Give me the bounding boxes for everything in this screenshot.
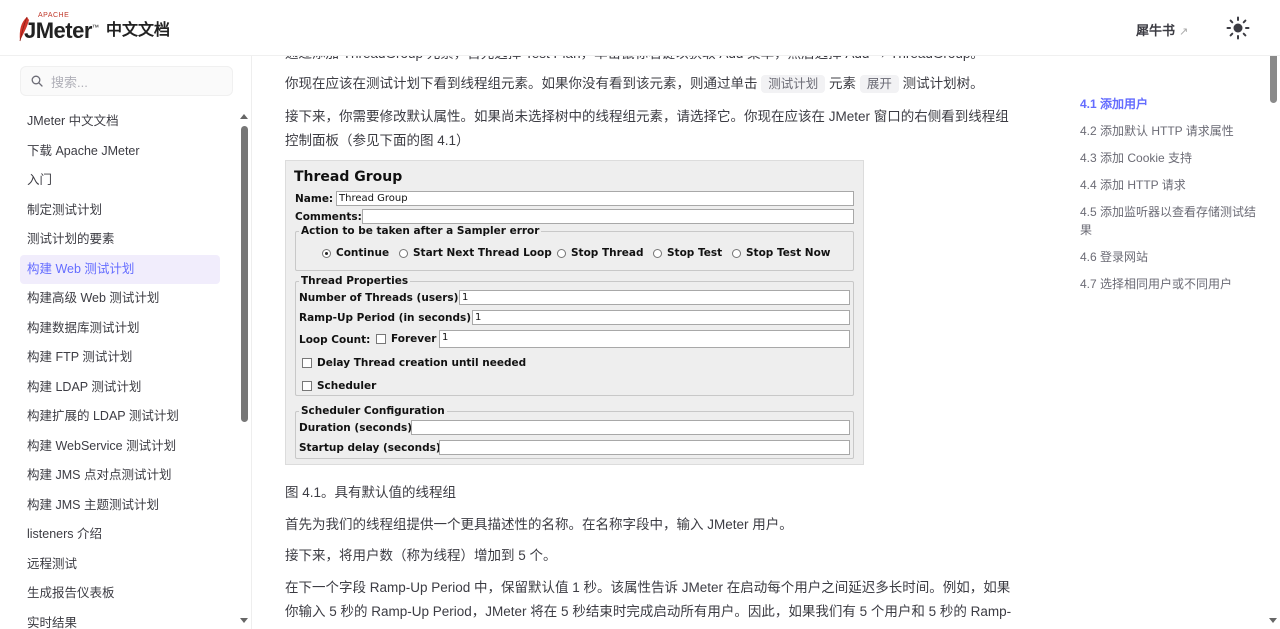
sidebar-item[interactable]: 构建 JMS 点对点测试计划: [20, 461, 220, 491]
radio-selected-icon: [322, 248, 331, 258]
loop-count-label: Loop Count:: [299, 334, 371, 346]
threads-label: Number of Threads (users):: [299, 292, 463, 304]
rampup-label: Ramp-Up Period (in seconds):: [299, 312, 476, 324]
duration-label: Duration (seconds): [299, 422, 413, 434]
table-of-contents: 4.1 添加用户 4.2 添加默认 HTTP 请求属性 4.3 添加 Cookie …: [1080, 96, 1260, 303]
loop-count-field: 1: [439, 330, 850, 348]
radio-icon: [653, 248, 662, 258]
radio-start-next-thread-loop: Start Next Thread Loop: [399, 247, 552, 259]
jmeter-logo: APACHE JMeter™: [18, 10, 102, 46]
sidebar-item[interactable]: 制定测试计划: [20, 196, 220, 226]
site-title: 中文文档: [106, 22, 171, 39]
sun-icon: [1226, 16, 1250, 40]
search-icon: [31, 75, 43, 87]
radio-icon: [399, 248, 408, 258]
thread-group-figure: Thread Group Name: Thread Group Comments…: [285, 160, 864, 465]
startup-delay-field: [439, 440, 850, 455]
paragraph-expand-tree: 你现在应该在测试计划下看到线程组元素。如果你没有看到该元素，则通过单击 测试计划…: [285, 75, 984, 93]
sidebar: 搜索... JMeter 中文文档 下载 Apache JMeter 入门 制定测试计…: [0, 56, 252, 629]
sidebar-item[interactable]: 构建高级 Web 测试计划: [20, 284, 220, 314]
external-link-icon: ↗: [1179, 26, 1189, 38]
comments-field: [362, 209, 854, 224]
page-scrollbar-thumb[interactable]: [1270, 51, 1277, 103]
paragraph-threads: 接下来，将用户数（称为线程）增加到 5 个。: [285, 548, 557, 563]
toc-item[interactable]: 4.7 选择相同用户或不同用户: [1080, 276, 1260, 294]
main-content: 通过添加 ThreadGroup 元素，首先选择 Test Plan，单击鼠标右…: [285, 56, 1020, 629]
figure-caption: 图 4.1。具有默认值的线程组: [285, 485, 457, 500]
radio-stop-test: Stop Test: [653, 247, 722, 259]
sidebar-scroll-up-arrow[interactable]: [240, 114, 248, 119]
sidebar-item[interactable]: JMeter 中文文档: [20, 107, 220, 137]
startup-delay-label: Startup delay (seconds): [299, 442, 441, 454]
sidebar-scrollbar-thumb[interactable]: [241, 126, 248, 422]
threads-field: 1: [459, 290, 850, 305]
radio-continue: Continue: [322, 247, 389, 259]
sidebar-item[interactable]: 构建数据库测试计划: [20, 314, 220, 344]
sidebar-item[interactable]: 生成报告仪表板: [20, 579, 220, 609]
page-scroll-down-arrow[interactable]: [1269, 618, 1277, 623]
sidebar-item[interactable]: 远程测试: [20, 550, 220, 580]
sidebar-scroll-down-arrow[interactable]: [240, 618, 248, 623]
search-input[interactable]: 搜索...: [20, 66, 233, 96]
sidebar-nav-list: JMeter 中文文档 下载 Apache JMeter 入门 制定测试计划 测试计划的…: [20, 107, 220, 629]
theme-toggle-button[interactable]: [1224, 14, 1252, 42]
sidebar-item[interactable]: listeners 介绍: [20, 520, 220, 550]
sidebar-item[interactable]: 下载 Apache JMeter: [20, 137, 220, 167]
toc-item[interactable]: 4.3 添加 Cookie 支持: [1080, 150, 1260, 168]
thread-properties-title: Thread Properties: [299, 275, 411, 287]
comments-label: Comments:: [295, 211, 362, 223]
sidebar-item[interactable]: 构建 JMS 主题测试计划: [20, 491, 220, 521]
paragraph-name-field: 首先为我们的线程组提供一个更具描述性的名称。在名称字段中，输入 JMeter 用…: [285, 517, 793, 532]
sidebar-item[interactable]: 构建 LDAP 测试计划: [20, 373, 220, 403]
figure-title: Thread Group: [294, 169, 403, 185]
radio-stop-thread: Stop Thread: [557, 247, 644, 259]
toc-item[interactable]: 4.1 添加用户: [1080, 96, 1260, 114]
paragraph-rampup: 在下一个字段 Ramp-Up Period 中，保留默认值 1 秒。该属性告诉 …: [285, 580, 1012, 629]
checkbox-icon: [376, 334, 386, 344]
toc-item[interactable]: 4.2 添加默认 HTTP 请求属性: [1080, 123, 1260, 141]
sidebar-item[interactable]: 入门: [20, 166, 220, 196]
scheduler-checkbox: Scheduler: [302, 380, 376, 392]
top-bar: APACHE JMeter™ 中文文档 犀牛书 ↗: [0, 0, 1280, 56]
paragraph-modify-defaults: 接下来，你需要修改默认属性。如果尚未选择树中的线程组元素，请选择它。你现在应该在…: [285, 109, 1009, 148]
forever-checkbox: Forever: [376, 333, 436, 345]
radio-icon: [557, 248, 566, 258]
toc-item[interactable]: 4.4 添加 HTTP 请求: [1080, 177, 1260, 195]
toc-item[interactable]: 4.5 添加监听器以查看存储测试结果: [1080, 204, 1260, 239]
toc-item[interactable]: 4.6 登录网站: [1080, 249, 1260, 267]
checkbox-icon: [302, 358, 312, 368]
scheduler-config-title: Scheduler Configuration: [299, 405, 447, 417]
radio-icon: [732, 248, 741, 258]
sidebar-item[interactable]: 构建 FTP 测试计划: [20, 343, 220, 373]
inline-code-expand: 展开: [859, 75, 899, 93]
checkbox-icon: [302, 381, 312, 391]
sidebar-item[interactable]: 实时结果: [20, 609, 220, 629]
radio-stop-test-now: Stop Test Now: [732, 247, 830, 259]
sidebar-item[interactable]: 测试计划的要素: [20, 225, 220, 255]
sidebar-item[interactable]: 构建扩展的 LDAP 测试计划: [20, 402, 220, 432]
logo-wordmark: JMeter™: [24, 18, 99, 43]
name-field: Thread Group: [336, 191, 854, 206]
inline-code-test-plan: 测试计划: [761, 75, 826, 93]
site-logo[interactable]: APACHE JMeter™ 中文文档: [18, 10, 170, 46]
partial-paragraph: 通过添加 ThreadGroup 元素，首先选择 Test Plan，单击鼠标右…: [285, 56, 984, 66]
nav-link-rhino-book[interactable]: 犀牛书 ↗: [1136, 20, 1188, 39]
duration-field: [411, 420, 850, 435]
delay-thread-checkbox: Delay Thread creation until needed: [302, 357, 526, 369]
sampler-error-group-title: Action to be taken after a Sampler error: [299, 225, 542, 237]
sidebar-item[interactable]: 构建 WebService 测试计划: [20, 432, 220, 462]
sidebar-item[interactable]: 构建 Web 测试计划: [20, 254, 220, 284]
name-label: Name:: [295, 193, 334, 205]
rampup-field: 1: [472, 310, 850, 325]
search-placeholder: 搜索...: [51, 74, 88, 90]
